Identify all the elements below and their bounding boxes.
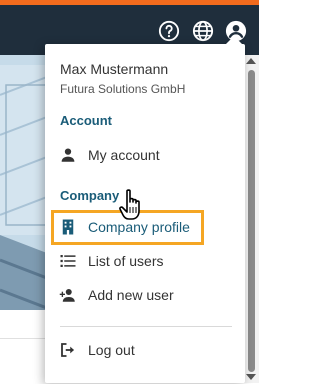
globe-icon[interactable] (192, 20, 214, 42)
log-out-label: Log out (88, 342, 135, 358)
person-icon (59, 146, 77, 164)
hand-pointer-cursor-icon (119, 189, 145, 221)
list-of-users-label: List of users (88, 253, 164, 269)
my-account-menu-item[interactable]: My account (45, 140, 245, 170)
logout-icon (59, 341, 77, 359)
log-out-menu-item[interactable]: Log out (45, 335, 245, 365)
help-icon[interactable] (158, 20, 180, 42)
add-new-user-label: Add new user (88, 287, 174, 303)
scroll-down-arrow-icon[interactable] (246, 374, 256, 380)
my-account-label: My account (88, 147, 160, 163)
scrollbar-thumb[interactable] (248, 70, 255, 372)
person-add-icon (59, 286, 77, 304)
dropdown-caret (226, 36, 242, 44)
account-section-heading: Account (60, 113, 112, 128)
company-section-heading: Company (60, 188, 120, 203)
user-dropdown-menu: Max Mustermann Futura Solutions GmbH Acc… (45, 36, 245, 383)
list-of-users-menu-item[interactable]: List of users (45, 246, 245, 276)
menu-divider (60, 326, 232, 327)
add-new-user-menu-item[interactable]: Add new user (45, 280, 245, 310)
company-name: Futura Solutions GmbH (60, 82, 186, 96)
list-icon (59, 252, 77, 270)
user-name: Max Mustermann (60, 61, 169, 77)
scroll-up-arrow-icon[interactable] (246, 58, 256, 64)
